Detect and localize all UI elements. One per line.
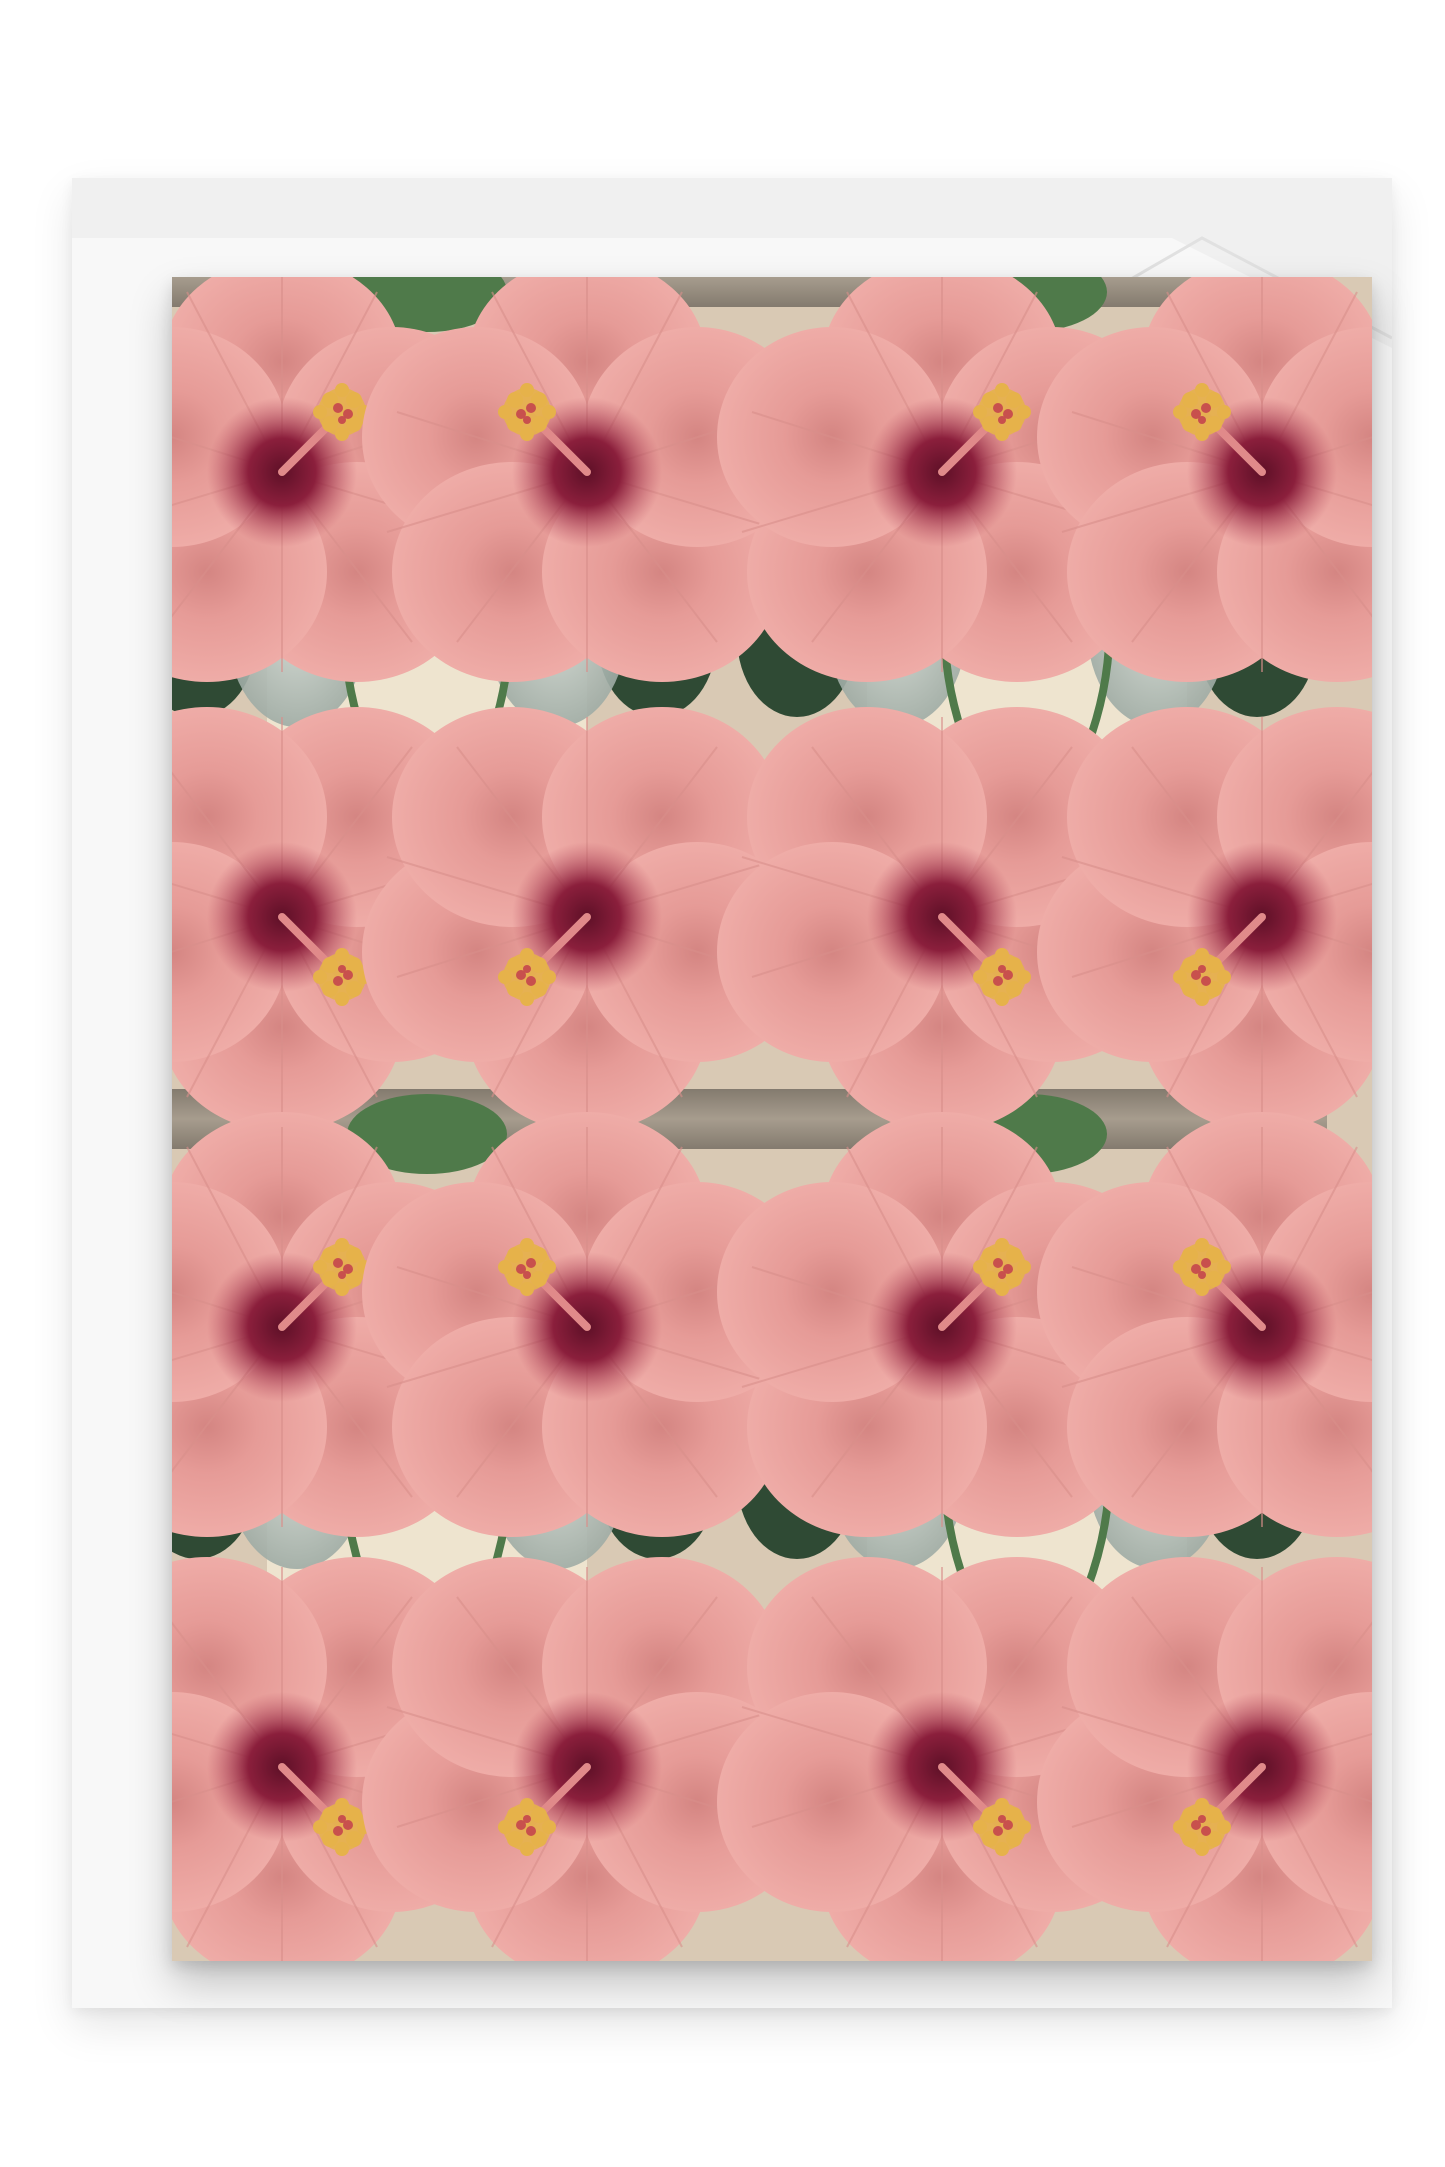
product-photo-scene [0, 0, 1445, 2167]
hibiscus-greeting-card [172, 277, 1372, 1961]
hibiscus-pattern-image [172, 277, 1372, 1961]
